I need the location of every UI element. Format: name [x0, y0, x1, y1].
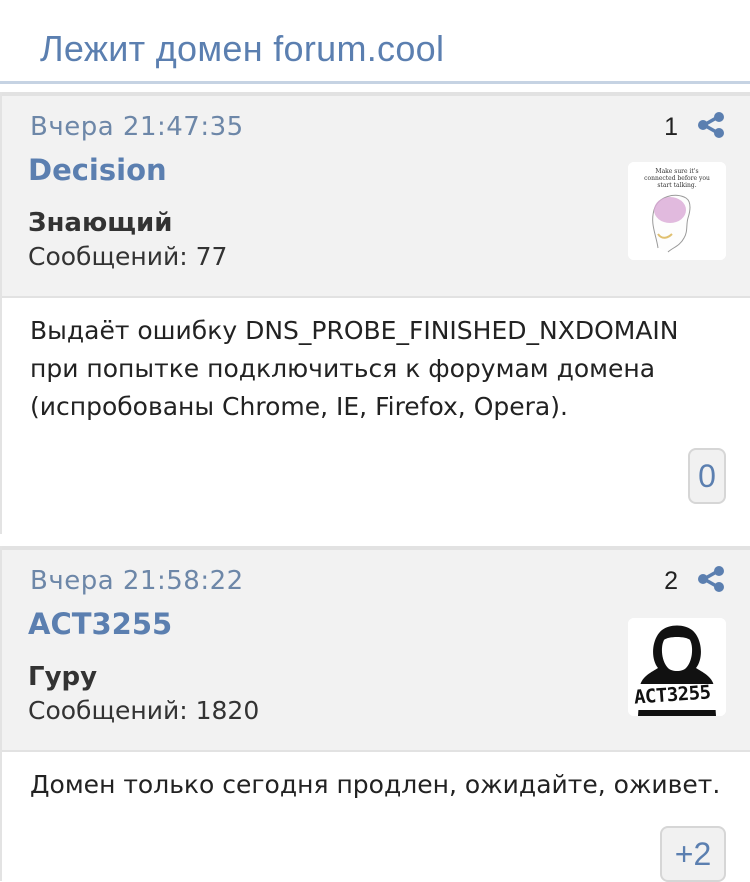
post-body: Домен только сегодня продлен, ожидайте, … — [30, 770, 721, 799]
svg-text:Make sure it's: Make sure it's — [655, 168, 698, 175]
post: Вчера 21:58:22 2 ACT3255 Гуру Сообщений:… — [0, 546, 750, 882]
post-number[interactable]: 2 — [664, 567, 678, 596]
svg-text:connected before you: connected before you — [644, 175, 710, 182]
author-message-count: Сообщений: 1820 — [28, 696, 260, 725]
author-name-link[interactable]: ACT3255 — [28, 607, 172, 641]
post-date[interactable]: Вчера 21:47:35 — [30, 112, 244, 142]
post-date[interactable]: Вчера 21:58:22 — [30, 566, 244, 596]
avatar[interactable]: ACT3255 — [628, 618, 726, 716]
page-title: Лежит домен forum.cool — [40, 28, 445, 69]
title-divider — [0, 81, 750, 84]
post-header: Вчера 21:58:22 2 ACT3255 Гуру Сообщений:… — [2, 546, 750, 752]
share-icon[interactable] — [696, 564, 726, 594]
author-rank: Гуру — [28, 662, 98, 692]
post-body: Выдаёт ошибку DNS_PROBE_FINISHED_NXDOMAI… — [30, 316, 679, 421]
rating-button[interactable]: +2 — [660, 826, 726, 882]
avatar[interactable]: Make sure it's connected before you star… — [628, 162, 726, 260]
author-message-count: Сообщений: 77 — [28, 242, 228, 271]
author-name-link[interactable]: Decision — [28, 153, 167, 187]
post: Вчера 21:47:35 1 Decision Знающий Сообще… — [0, 92, 750, 534]
avatar-head-illustration: Make sure it's connected before you star… — [628, 162, 726, 260]
post-header: Вчера 21:47:35 1 Decision Знающий Сообще… — [2, 92, 750, 298]
author-rank: Знающий — [28, 208, 173, 238]
svg-text:start talking.: start talking. — [657, 182, 696, 189]
rating-button[interactable]: 0 — [688, 448, 726, 504]
share-icon[interactable] — [696, 110, 726, 140]
post-number[interactable]: 1 — [664, 113, 678, 142]
